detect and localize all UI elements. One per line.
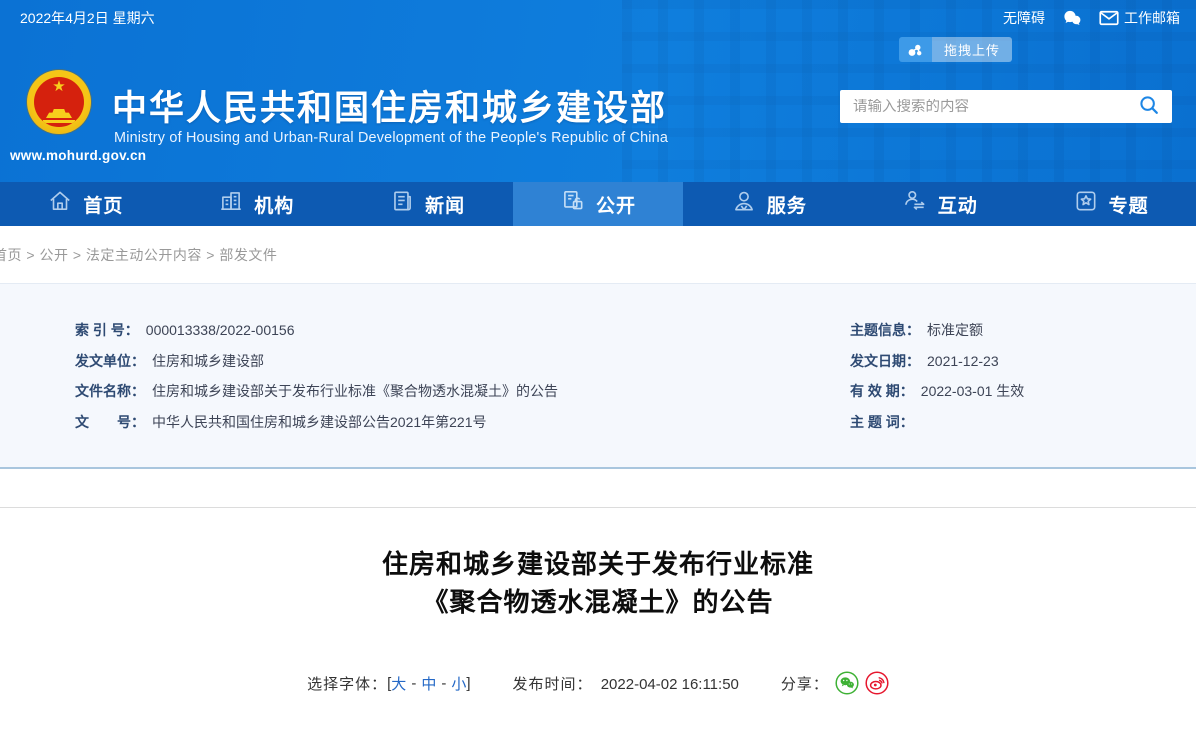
doc-info-left-column: 索 引 号： 000013338/2022-00156 发文单位： 住房和城乡建… <box>75 315 558 437</box>
doc-info-row: 文 号： 中华人民共和国住房和城乡建设部公告2021年第221号 <box>75 407 558 438</box>
wechat-icon[interactable] <box>1061 7 1083 29</box>
topbar: 2022年4月2日 星期六 无障碍 工作邮箱 <box>0 0 1196 36</box>
publish-time-block: 发布时间： 2022-04-02 16:11:50 <box>513 673 739 694</box>
document-number-value: 中华人民共和国住房和城乡建设部公告2021年第221号 <box>152 413 487 430</box>
issue-date-value: 2021-12-23 <box>927 352 999 369</box>
site-title-english: Ministry of Housing and Urban-Rural Deve… <box>114 130 669 146</box>
site-title: 中华人民共和国住房和城乡建设部 <box>112 89 668 128</box>
disclosure-icon <box>560 188 586 220</box>
current-date: 2022年4月2日 星期六 <box>20 10 155 26</box>
publish-time-value: 2022-04-02 16:11:50 <box>600 675 739 693</box>
organization-icon <box>218 188 244 220</box>
site-url: www.mohurd.gov.cn <box>10 148 147 163</box>
nav-item-organization[interactable]: 机构 <box>171 182 342 226</box>
font-select-label: 选择字体： <box>307 675 388 693</box>
search-icon <box>1138 94 1160 119</box>
font-size-separator: - <box>411 674 417 692</box>
document-info-panel: 索 引 号： 000013338/2022-00156 发文单位： 住房和城乡建… <box>0 283 1196 469</box>
article-meta-row: 选择字体： [ 大 - 中 - 小 ] 发布时间： 2022-04-02 16:… <box>0 671 1196 695</box>
doc-info-row: 发文日期： 2021-12-23 <box>850 346 1024 377</box>
nav-item-service[interactable]: 服务 <box>683 182 854 226</box>
share-label: 分享： <box>780 675 829 693</box>
doc-info-row: 有 效 期： 2022-03-01 生效 <box>850 376 1024 407</box>
site-header: 2022年4月2日 星期六 无障碍 工作邮箱 ★ www.mohurd.gov.… <box>0 0 1196 182</box>
issuing-unit-value: 住房和城乡建设部 <box>152 352 264 369</box>
doc-info-row: 文件名称： 住房和城乡建设部关于发布行业标准《聚合物透水混凝土》的公告 <box>75 376 558 407</box>
document-number-label: 文 号： <box>75 413 145 430</box>
nav-item-home[interactable]: 首页 <box>0 182 171 226</box>
special-topic-icon <box>1073 188 1099 220</box>
article-title-line2: 《聚合物透水混凝土》的公告 <box>422 587 774 617</box>
font-bracket-close: ] <box>466 674 471 692</box>
share-block: 分享： <box>781 671 889 695</box>
netdisk-cluster-icon <box>898 37 932 62</box>
effective-date-value: 2022-03-01 生效 <box>920 383 1025 400</box>
nav-item-disclosure[interactable]: 公开 <box>512 182 684 226</box>
doc-info-row: 索 引 号： 000013338/2022-00156 <box>75 315 558 346</box>
work-mailbox-link[interactable]: 工作邮箱 <box>1099 8 1180 28</box>
interaction-icon <box>902 188 928 220</box>
search-input[interactable] <box>853 98 1136 115</box>
article-title: 住房和城乡建设部关于发布行业标准 《聚合物透水混凝土》的公告 <box>0 545 1196 621</box>
breadcrumb-bar: 首页 > 公开 > 法定主动公开内容 > 部发文件 <box>0 226 1196 283</box>
topic-info-label: 主题信息： <box>850 322 920 339</box>
service-icon <box>731 188 757 220</box>
font-size-small-link[interactable]: 小 <box>451 673 466 694</box>
index-number-value: 000013338/2022-00156 <box>145 322 295 339</box>
doc-info-row: 发文单位： 住房和城乡建设部 <box>75 346 558 377</box>
font-size-large-link[interactable]: 大 <box>391 673 406 694</box>
search-button[interactable] <box>1136 92 1162 121</box>
subject-words-label: 主 题 词： <box>850 413 914 430</box>
header-main: ★ www.mohurd.gov.cn 中华人民共和国住房和城乡建设部 Mini… <box>0 36 1196 182</box>
nav-item-special-topics[interactable]: 专题 <box>1025 182 1196 226</box>
drag-upload-button[interactable]: 拖拽上传 <box>898 37 1012 62</box>
envelope-icon <box>1099 10 1119 26</box>
font-size-separator: - <box>441 674 447 692</box>
national-emblem-logo: ★ <box>27 70 91 134</box>
home-icon <box>47 188 73 220</box>
wechat-share-icon[interactable] <box>835 671 859 695</box>
doc-info-row: 主 题 词： <box>850 407 1024 438</box>
index-number-label: 索 引 号： <box>75 322 139 339</box>
doc-info-row: 主题信息： 标准定额 <box>850 315 1024 346</box>
document-name-value: 住房和城乡建设部关于发布行业标准《聚合物透水混凝土》的公告 <box>152 383 558 400</box>
nav-item-news[interactable]: 新闻 <box>342 182 513 226</box>
news-icon <box>389 188 415 220</box>
doc-info-right-column: 主题信息： 标准定额 发文日期： 2021-12-23 有 效 期： 2022-… <box>850 315 1024 437</box>
section-divider <box>0 469 1196 508</box>
issue-date-label: 发文日期： <box>850 352 920 369</box>
issuing-unit-label: 发文单位： <box>75 352 145 369</box>
effective-date-label: 有 效 期： <box>850 383 914 400</box>
main-navigation: 首页 机构 新闻 公开 服务 互动 专题 <box>0 182 1196 226</box>
nav-item-interaction[interactable]: 互动 <box>854 182 1025 226</box>
document-name-label: 文件名称： <box>75 383 145 400</box>
article-section: 住房和城乡建设部关于发布行业标准 《聚合物透水混凝土》的公告 选择字体： [ 大… <box>0 545 1196 695</box>
publish-time-label: 发布时间： <box>512 675 593 693</box>
search-box <box>840 90 1172 123</box>
topic-info-value: 标准定额 <box>927 322 983 339</box>
font-size-medium-link[interactable]: 中 <box>421 673 436 694</box>
article-title-line1: 住房和城乡建设部关于发布行业标准 <box>381 549 814 579</box>
accessibility-link[interactable]: 无障碍 <box>1003 8 1045 28</box>
weibo-share-icon[interactable] <box>865 671 889 695</box>
breadcrumb[interactable]: 首页 > 公开 > 法定主动公开内容 > 部发文件 <box>0 245 277 265</box>
upload-button-label: 拖拽上传 <box>931 37 1012 62</box>
